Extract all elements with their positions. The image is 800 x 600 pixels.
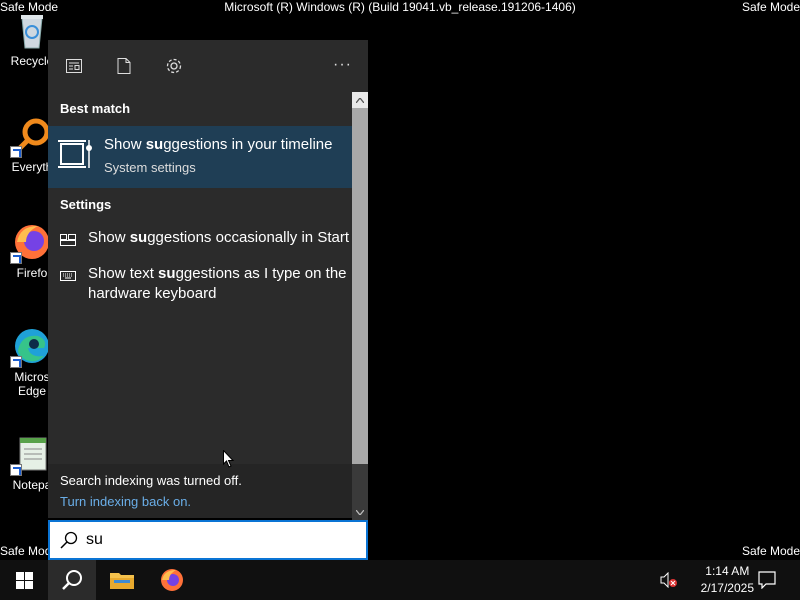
taskbar: 1:14 AM 2/17/2025 [0,560,800,600]
scroll-thumb[interactable] [352,108,368,464]
best-match-subtitle: System settings [104,160,196,175]
search-icon [60,531,78,549]
more-options-button[interactable]: ··· [333,56,352,74]
shortcut-arrow-icon [10,356,22,368]
timeline-icon [58,138,92,170]
search-results-panel: ··· Best match Show suggestions in your … [48,40,368,520]
action-center-icon[interactable] [758,571,776,590]
scroll-down-arrow-icon[interactable] [352,504,368,520]
keyboard-icon [60,268,76,281]
taskbar-search-button[interactable] [48,560,96,600]
search-box[interactable] [48,520,368,560]
document-icon[interactable] [114,56,134,76]
shortcut-arrow-icon [10,252,22,264]
best-match-heading: Best match [60,101,131,116]
windows-logo-icon [15,571,33,589]
best-match-result[interactable]: Show suggestions in your timeline System… [48,126,352,188]
gear-icon[interactable] [164,56,184,76]
settings-result-line2: hardware keyboard [88,285,217,302]
safe-mode-label-bottom-right: Safe Mode [741,544,800,558]
shortcut-arrow-icon [10,464,22,476]
firefox-icon [161,569,183,591]
taskbar-file-explorer[interactable] [98,560,146,600]
clock-date: 2/17/2025 [700,581,754,595]
start-button[interactable] [0,560,48,600]
volume-muted-icon[interactable] [660,571,678,589]
best-match-title: Show suggestions in your timeline [104,136,333,153]
news-feed-icon[interactable] [64,56,84,76]
folder-icon [110,573,134,589]
taskbar-firefox[interactable] [148,560,196,600]
search-input[interactable] [86,528,356,552]
indexing-notice: Search indexing was turned off. Turn ind… [48,464,352,518]
shortcut-arrow-icon [10,146,22,158]
turn-indexing-on-link[interactable]: Turn indexing back on. [60,494,352,509]
settings-result-keyboard-suggestions[interactable]: Show text suggestions as I type on the h… [48,264,352,304]
clock-time: 1:14 AM [705,564,750,578]
mouse-pointer-icon [223,449,235,468]
start-layout-icon [60,232,76,246]
panel-toolbar: ··· [48,40,368,92]
results-scrollbar[interactable] [352,92,368,520]
taskbar-clock[interactable]: 1:14 AM 2/17/2025 [701,563,754,597]
everything-search-icon [10,116,52,158]
recycle-bin-icon [12,10,52,50]
firefox-icon [10,222,52,264]
settings-heading: Settings [60,197,112,212]
build-info-label: Microsoft (R) Windows (R) (Build 19041.v… [224,0,576,14]
indexing-notice-text: Search indexing was turned off. [60,473,242,488]
scroll-up-arrow-icon[interactable] [352,92,368,108]
search-icon [62,570,82,590]
notepad-icon [10,434,52,476]
edge-icon [10,326,52,368]
settings-result-start-suggestions[interactable]: Show suggestions occasionally in Start [48,228,352,248]
